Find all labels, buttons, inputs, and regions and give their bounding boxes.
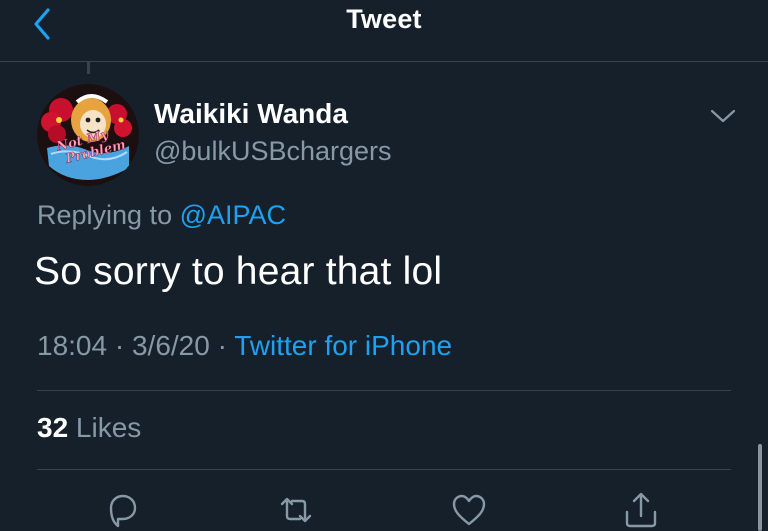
likes-label: Likes [68, 412, 142, 443]
likes-number: 32 [37, 412, 69, 443]
retweet-button[interactable] [276, 490, 316, 530]
meta-separator: · [209, 330, 235, 361]
avatar-image: Not My Problem [37, 84, 139, 186]
like-button[interactable] [449, 490, 489, 530]
tweet-source-link[interactable]: Twitter for iPhone [234, 330, 452, 361]
thread-connector-line [87, 62, 90, 74]
retweet-icon [280, 497, 312, 523]
share-button[interactable] [621, 490, 661, 530]
mention-link[interactable]: @AIPAC [180, 200, 286, 230]
scrollbar[interactable] [758, 444, 762, 531]
nav-divider [0, 61, 768, 62]
tweet-text: So sorry to hear that lol [34, 250, 443, 293]
chevron-down-icon [710, 109, 736, 123]
reply-button[interactable] [103, 490, 143, 530]
replying-to-label: Replying to [37, 200, 180, 230]
navigation-bar: Tweet [0, 0, 768, 60]
avatar[interactable]: Not My Problem [37, 84, 139, 186]
divider [37, 469, 731, 470]
share-icon [625, 492, 657, 528]
more-options-button[interactable] [706, 103, 740, 129]
likes-count[interactable]: 32 Likes [37, 412, 141, 444]
tweet-metadata: 18:04 · 3/6/20 · Twitter for iPhone [37, 330, 452, 362]
heart-icon [452, 494, 486, 526]
tweet-detail-screen: Tweet Not My Problem Waikiki Wanda @bulk… [0, 0, 768, 531]
display-name[interactable]: Waikiki Wanda [154, 98, 348, 130]
page-title: Tweet [346, 4, 422, 34]
meta-separator: · [107, 330, 132, 361]
reply-icon [109, 494, 137, 528]
tweet-time: 18:04 [37, 330, 108, 361]
divider [37, 390, 731, 391]
tweet-date: 3/6/20 [131, 330, 210, 361]
user-handle[interactable]: @bulkUSBchargers [154, 136, 392, 167]
replying-to: Replying to @AIPAC [37, 200, 286, 231]
